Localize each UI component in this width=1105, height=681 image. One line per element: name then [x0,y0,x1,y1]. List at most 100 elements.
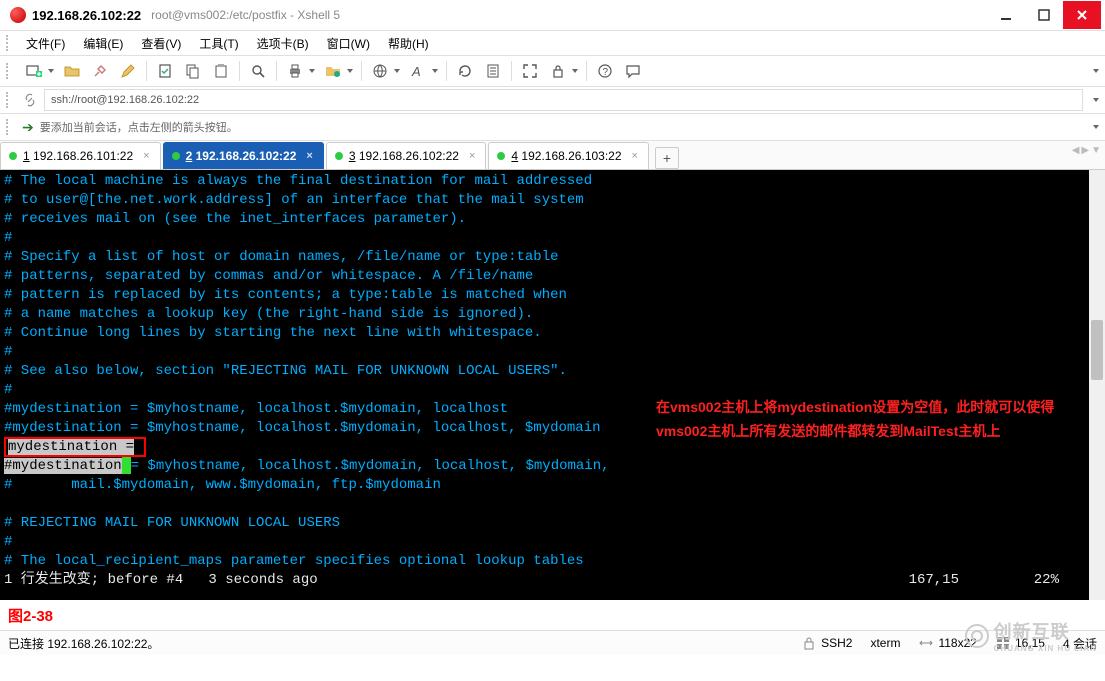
tab-close-button[interactable]: × [306,150,312,162]
menu-tools[interactable]: 工具(T) [191,33,246,54]
address-bar: ssh://root@192.168.26.102:22 [0,87,1105,114]
lock-button[interactable] [548,61,568,81]
terminal-output[interactable]: # The local machine is always the final … [0,170,1089,600]
fullscreen-button[interactable] [520,61,540,81]
dropdown-icon[interactable] [48,69,54,73]
font-button[interactable]: A [408,61,428,81]
menu-help[interactable]: 帮助(H) [380,33,437,54]
watermark: 创新互联 CHUANG XIN HU LIAN [964,618,1097,653]
highlighted-config-line: mydestination = [4,437,146,457]
tab-index: 4 [511,149,518,163]
disconnect-button[interactable] [90,61,110,81]
help-button[interactable]: ? [595,61,615,81]
tab-prev-button[interactable]: ◀ [1072,145,1080,156]
menu-view[interactable]: 查看(V) [133,33,189,54]
hint-handle[interactable] [6,119,12,135]
arrows-h-icon [918,635,934,651]
terminal-line: # to user@[the.net.work.address] of an i… [4,192,584,208]
globe-icon [372,63,388,79]
watermark-text: 创新互联 [994,622,1070,642]
menu-handle[interactable] [6,35,12,51]
status-term-type: xterm [870,636,900,650]
terminal-line: # [4,344,12,360]
tab-close-button[interactable]: × [143,150,149,162]
dropdown-icon[interactable] [394,69,400,73]
status-dot-icon [9,152,17,160]
menu-tabs[interactable]: 选项卡(B) [249,33,317,54]
reconnect-button[interactable] [118,61,138,81]
tab-index: 1 [23,149,30,163]
terminal-line: # pattern is replaced by its contents; a… [4,287,567,303]
document-check-icon [157,63,173,79]
dropdown-icon[interactable] [572,69,578,73]
tab-add-button[interactable]: + [655,147,679,169]
paste-button[interactable] [211,61,231,81]
session-tab-3[interactable]: 3 192.168.26.102:22 × [326,142,487,169]
menu-file[interactable]: 文件(F) [18,33,73,54]
terminal-line: = $myhostname, localhost.$mydomain, loca… [131,458,610,474]
session-tab-1[interactable]: 1 192.168.26.101:22 × [0,142,161,169]
copy-button[interactable] [183,61,203,81]
menu-edit[interactable]: 编辑(E) [75,33,131,54]
address-handle[interactable] [6,92,12,108]
dropdown-icon[interactable] [347,69,353,73]
close-icon [1074,7,1090,23]
svg-text:?: ? [603,67,609,78]
dropdown-icon[interactable] [309,69,315,73]
scrollbar-thumb[interactable] [1091,320,1103,380]
open-session-button[interactable] [62,61,82,81]
maximize-icon [1036,7,1052,23]
terminal-line: # Specify a list of host or domain names… [4,249,559,265]
toolbar-handle[interactable] [6,63,12,79]
terminal-line: # mail.$mydomain, www.$mydomain, ftp.$my… [4,477,441,493]
overflow-dropdown-icon[interactable] [1093,69,1099,73]
figure-caption-row: 图2-38 [0,600,1105,630]
scroll-button[interactable] [483,61,503,81]
pencil-icon [120,63,136,79]
terminal-line: # a name matches a lookup key (the right… [4,306,533,322]
refresh-button[interactable] [455,61,475,81]
terminal-line: # See also below, section "REJECTING MAI… [4,363,567,379]
print-button[interactable] [285,61,305,81]
add-session-arrow-button[interactable]: ➔ [22,119,34,136]
find-button[interactable] [248,61,268,81]
terminal-scrollbar[interactable] [1089,170,1105,600]
search-icon [250,63,266,79]
language-button[interactable] [370,61,390,81]
tab-list-dropdown[interactable]: ▼ [1091,145,1101,156]
tab-label: 192.168.26.102:22 [196,149,297,163]
chat-button[interactable] [623,61,643,81]
minimize-button[interactable] [987,1,1025,29]
link-icon [22,92,38,108]
window-title-sub: root@vms002:/etc/postfix - Xshell 5 [151,8,340,22]
maximize-button[interactable] [1025,1,1063,29]
tab-next-button[interactable]: ▶ [1081,145,1089,156]
overflow-dropdown-icon[interactable] [1093,125,1099,129]
overflow-dropdown-icon[interactable] [1093,98,1099,102]
tab-close-button[interactable]: × [632,150,638,162]
new-session-button[interactable] [24,61,44,81]
hint-text: 要添加当前会话，点击左侧的箭头按钮。 [40,119,238,135]
plug-icon [92,63,108,79]
transfer-button[interactable] [323,61,343,81]
dropdown-icon[interactable] [432,69,438,73]
properties-button[interactable] [155,61,175,81]
status-connection: 已连接 192.168.26.102:22。 [8,635,783,652]
annotation-overlay: 在vms002主机上将mydestination设置为空值，此时就可以使得vms… [656,395,1076,443]
terminal-line: # [4,382,12,398]
tab-close-button[interactable]: × [469,150,475,162]
session-tab-2[interactable]: 2 192.168.26.102:22 × [163,142,324,169]
close-button[interactable] [1063,1,1101,29]
status-bar: 已连接 192.168.26.102:22。 SSH2 xterm 118x22… [0,630,1105,655]
menu-bar: 文件(F) 编辑(E) 查看(V) 工具(T) 选项卡(B) 窗口(W) 帮助(… [0,31,1105,56]
menu-window[interactable]: 窗口(W) [319,33,378,54]
terminal-line: # [4,230,12,246]
watermark-subtext: CHUANG XIN HU LIAN [994,644,1097,653]
terminal-line: # receives mail on (see the inet_interfa… [4,211,466,227]
session-tab-4[interactable]: 4 192.168.26.103:22 × [488,142,649,169]
terminal-line: # REJECTING MAIL FOR UNKNOWN LOCAL USERS [4,515,340,531]
address-input[interactable]: ssh://root@192.168.26.102:22 [44,89,1083,111]
separator [239,61,240,81]
status-protocol: SSH2 [801,635,852,651]
toolbar: A ? [0,56,1105,87]
